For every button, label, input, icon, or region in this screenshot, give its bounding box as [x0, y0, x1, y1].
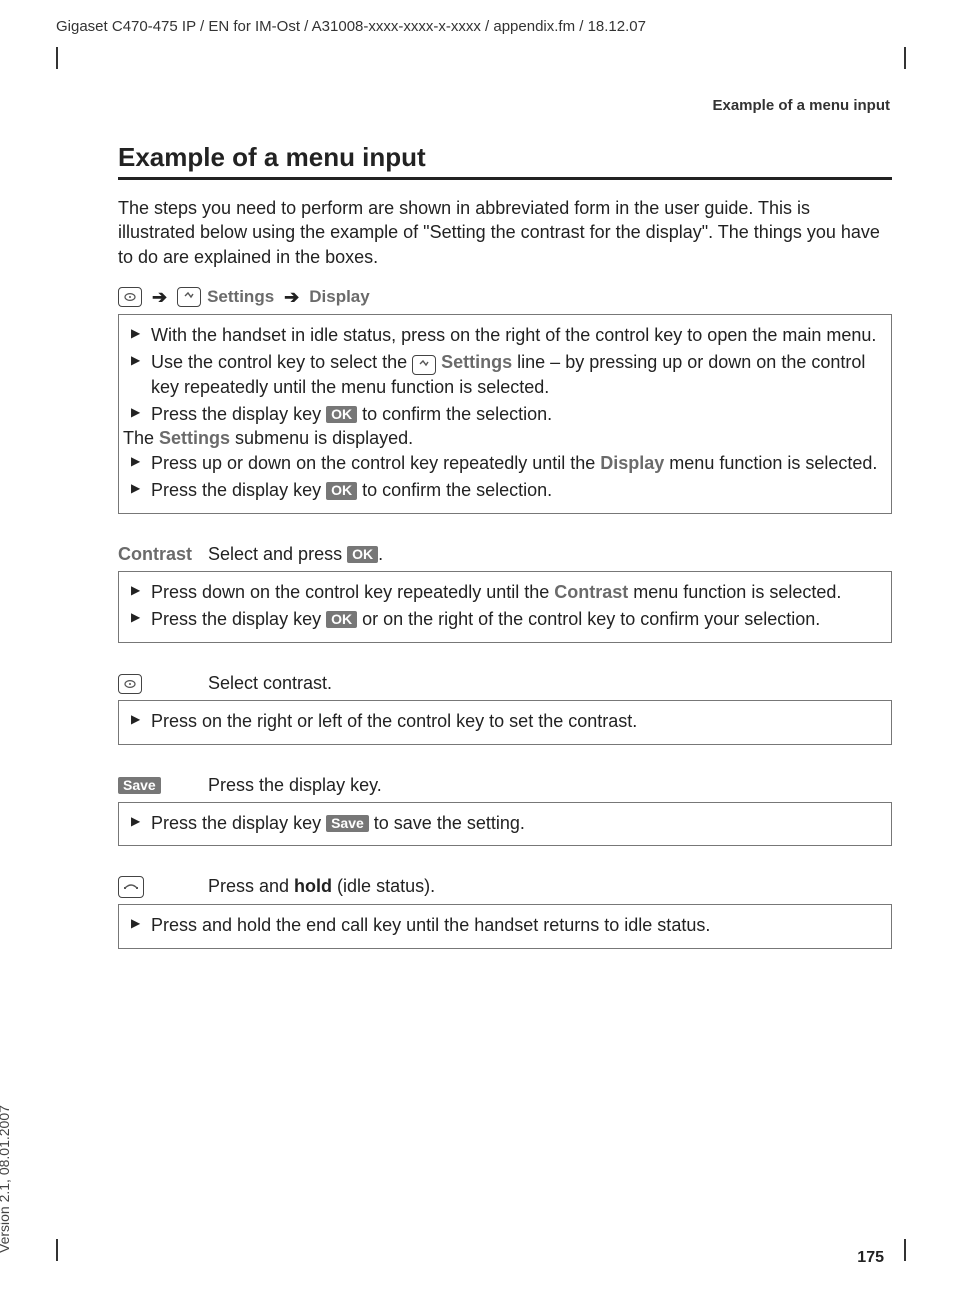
step-key-label: Contrast: [118, 544, 208, 565]
step-select-contrast: Select contrast.: [118, 673, 892, 694]
instruction-item: Press and hold the end call key until th…: [129, 913, 881, 938]
menu-path: ➔ Settings ➔ Display: [118, 287, 892, 308]
instruction-item: Press the display key OK to confirm the …: [129, 402, 881, 427]
step-text: Press and hold (idle status).: [208, 876, 435, 897]
instruction-box-5: Press and hold the end call key until th…: [118, 904, 892, 949]
ok-softkey: OK: [326, 482, 357, 499]
path-settings-label: Settings: [207, 287, 274, 307]
settings-menu-icon: [177, 287, 201, 307]
intro-paragraph: The steps you need to perform are shown …: [118, 196, 892, 269]
arrow-icon: ➔: [280, 287, 303, 308]
step-text: Press the display key.: [208, 775, 382, 796]
title-rule: [118, 177, 892, 180]
instruction-item: With the handset in idle status, press o…: [129, 323, 881, 348]
instruction-box-4: Press the display key Save to save the s…: [118, 802, 892, 847]
save-softkey: Save: [118, 777, 161, 794]
instruction-item: Use the control key to select the Settin…: [129, 350, 881, 400]
ok-softkey: OK: [326, 611, 357, 628]
instruction-item: Press down on the control key repeatedly…: [129, 580, 881, 605]
instruction-item: Press the display key Save to save the s…: [129, 811, 881, 836]
instruction-box-1: With the handset in idle status, press o…: [118, 314, 892, 514]
instruction-item: Press on the right or left of the contro…: [129, 709, 881, 734]
step-save: Save Press the display key.: [118, 775, 892, 796]
ok-softkey: OK: [347, 546, 378, 563]
arrow-icon: ➔: [148, 287, 171, 308]
control-key-icon: [118, 674, 142, 694]
instruction-box-2: Press down on the control key repeatedly…: [118, 571, 892, 643]
step-contrast: Contrast Select and press OK.: [118, 544, 892, 565]
instruction-box-3: Press on the right or left of the contro…: [118, 700, 892, 745]
doc-header-line: Gigaset C470-475 IP / EN for IM-Ost / A3…: [56, 18, 898, 35]
path-display-label: Display: [309, 287, 369, 307]
version-label: Version 2.1, 08.01.2007: [0, 1105, 12, 1253]
page-body: Example of a menu input The steps you ne…: [56, 142, 898, 1267]
end-call-key-icon: [118, 876, 144, 898]
save-softkey: Save: [326, 815, 369, 832]
page-title: Example of a menu input: [118, 142, 892, 173]
step-text: Select contrast.: [208, 673, 332, 694]
crop-marks-bottom: [56, 1247, 898, 1261]
instruction-item: Press the display key OK or on the right…: [129, 607, 881, 632]
control-key-icon: [118, 287, 142, 307]
settings-menu-icon: [412, 355, 436, 375]
running-header: Example of a menu input: [56, 97, 898, 114]
instruction-item: Press the display key OK to confirm the …: [129, 478, 881, 503]
crop-marks-top: [56, 41, 898, 55]
instruction-item: Press up or down on the control key repe…: [129, 451, 881, 476]
step-end-call: Press and hold (idle status).: [118, 876, 892, 898]
instruction-note: The Settings submenu is displayed.: [123, 428, 881, 449]
ok-softkey: OK: [326, 406, 357, 423]
